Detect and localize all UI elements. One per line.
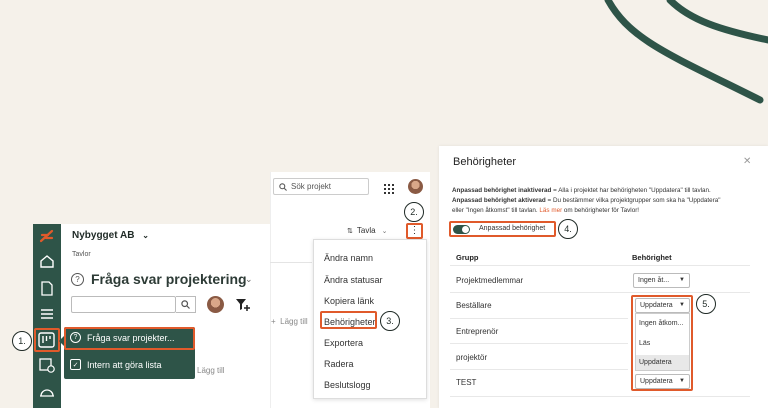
read-more-link[interactable]: Läs mer: [539, 207, 562, 214]
header-divider: [450, 265, 750, 266]
row-divider: [450, 369, 628, 370]
table-row-group: Projektmedlemmar: [456, 276, 524, 285]
row-divider: [450, 396, 750, 397]
table-row-group: projektör: [456, 353, 488, 362]
menu-item-decision-log[interactable]: Beslutslogg: [314, 380, 424, 390]
toggle-knob: [462, 226, 469, 233]
breadcrumb[interactable]: Tavlor: [72, 251, 91, 258]
step-marker-2: 2.: [404, 202, 424, 222]
document-icon[interactable]: [41, 281, 53, 296]
more-options-button[interactable]: ⋮: [406, 223, 423, 239]
row-divider: [450, 318, 628, 319]
menu-item-delete[interactable]: Radera: [314, 359, 424, 369]
chevron-down-icon: ⌄: [142, 231, 149, 240]
view-label: Tavla: [356, 226, 376, 235]
permission-select[interactable]: Ingen åt... ▼: [633, 273, 690, 288]
step-marker-5: 5.: [696, 294, 716, 314]
filter-add-icon[interactable]: [235, 298, 251, 316]
add-column-link[interactable]: + Lägg till: [271, 317, 308, 326]
modal-title: Behörigheter: [453, 156, 516, 168]
help-icon[interactable]: ?: [71, 273, 84, 286]
row-divider: [450, 343, 628, 344]
board-search-input[interactable]: [71, 296, 176, 313]
helmet-icon[interactable]: [39, 386, 55, 398]
decorative-swoosh: [604, 0, 768, 104]
board-title: Fråga svar projektering: [91, 271, 247, 287]
permissions-description: Anpassad behörighet inaktiverad = Alla i…: [452, 186, 762, 216]
chevron-down-icon: ⌄: [381, 227, 388, 235]
avatar[interactable]: [207, 296, 224, 313]
view-icon: ⇅: [347, 227, 353, 235]
search-button[interactable]: [176, 296, 196, 313]
column-header-group: Grupp: [456, 253, 479, 262]
desc-text-continued: eller "Ingen åtkomst" till tavlan.: [452, 207, 540, 214]
board-list-item-active[interactable]: ? Fråga svar projekter...: [70, 332, 175, 343]
board-list-item-label: Fråga svar projekter...: [87, 332, 175, 343]
toggle-switch[interactable]: [453, 225, 470, 234]
table-row-group: TEST: [456, 378, 477, 387]
permission-select-value: Ingen åt...: [638, 277, 670, 284]
menu-item-copy-link[interactable]: Kopiera länk: [314, 296, 424, 306]
table-row-group: Beställare: [456, 301, 492, 310]
divider: [270, 262, 312, 263]
toggle-label: Anpassad behörighet: [479, 225, 546, 232]
add-label: Lägg till: [280, 317, 308, 326]
desc-bold-active: Anpassad behörighet aktiverad: [452, 197, 546, 204]
search-icon: [181, 300, 190, 309]
menu-item-rename[interactable]: Ändra namn: [314, 253, 424, 263]
step-marker-4: 4.: [558, 219, 578, 239]
project-search-input[interactable]: Sök projekt: [273, 178, 369, 195]
app-logo-icon[interactable]: [39, 229, 55, 243]
desc-text-active: = Du bestämmer vilka projektgrupper som …: [545, 197, 721, 204]
search-icon: [279, 182, 287, 191]
board-list-item-label: Intern att göra lista: [87, 359, 162, 370]
desc-bold-inactive: Anpassad behörighet inaktiverad: [452, 187, 552, 194]
menu-item-export[interactable]: Exportera: [314, 338, 424, 348]
kebab-menu-icon: ⋮: [409, 225, 420, 236]
left-panel: [33, 224, 270, 408]
close-icon[interactable]: ✕: [743, 156, 751, 167]
row-divider: [450, 292, 750, 293]
avatar[interactable]: [408, 179, 423, 194]
add-column-link[interactable]: Lägg till: [197, 366, 225, 375]
schedule-icon[interactable]: [39, 358, 55, 373]
board-icon-highlight: [34, 328, 60, 352]
table-row-group: Entreprenör: [456, 327, 499, 336]
desc-text-end: om behörigheter för Tavlor!: [562, 207, 640, 214]
board-list-item-second[interactable]: ✓ Intern att göra lista: [70, 359, 162, 370]
caret-down-icon: ▼: [679, 277, 685, 283]
view-selector[interactable]: ⇅ Tavla ⌄: [347, 226, 387, 235]
company-name-text: Nybygget AB: [72, 230, 135, 241]
column-header-permission: Behörighet: [632, 253, 672, 262]
permissions-highlight: [320, 311, 377, 329]
apps-grid-icon[interactable]: [384, 181, 394, 199]
search-placeholder: Sök projekt: [291, 182, 332, 191]
step-marker-3: 3.: [380, 311, 400, 331]
menu-lines-icon[interactable]: [40, 308, 54, 320]
desc-text-inactive: = Alla i projektet har behörigheten "Upp…: [551, 187, 711, 194]
company-name[interactable]: Nybygget AB ⌄: [72, 230, 149, 241]
help-circle-icon: ?: [70, 332, 81, 343]
menu-item-change-statuses[interactable]: Ändra statusar: [314, 275, 424, 285]
dropdown-highlight: [631, 295, 693, 391]
board-title-chevron-icon[interactable]: ⌄: [245, 274, 253, 285]
checkbox-icon: ✓: [70, 359, 81, 370]
step-marker-1: 1.: [12, 331, 32, 351]
home-icon[interactable]: [40, 255, 54, 268]
